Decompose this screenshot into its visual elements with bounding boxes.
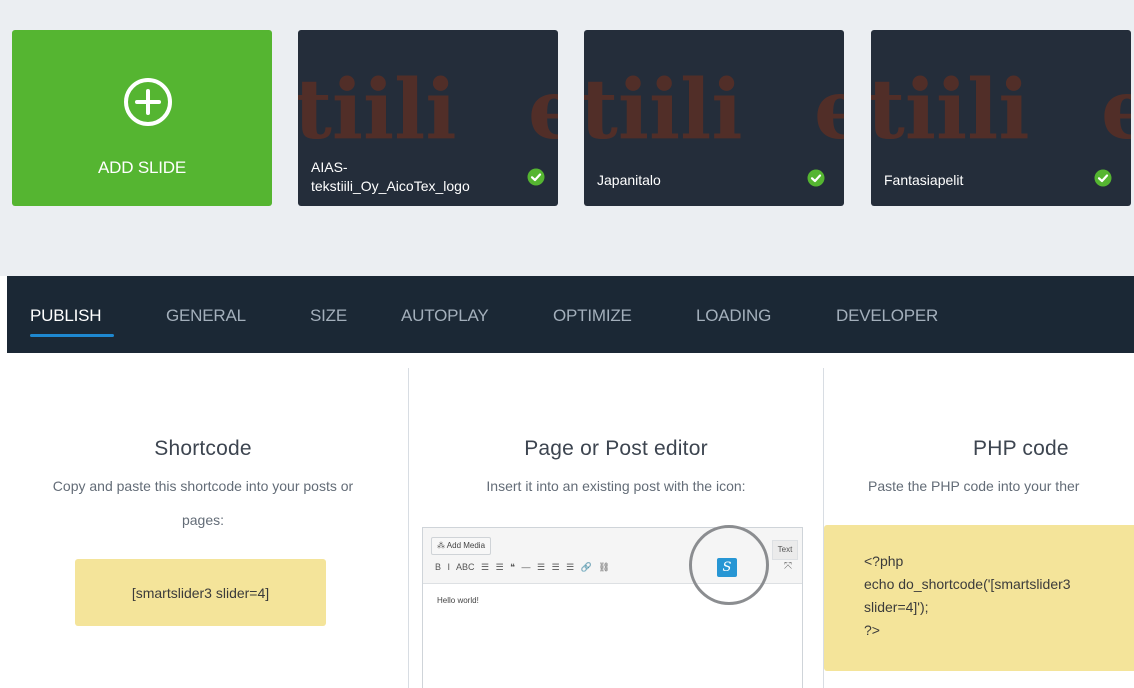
svg-text:e: e (1101, 62, 1131, 158)
thumbnail-text: tiili (298, 62, 456, 158)
add-media-label: Add Media (446, 541, 486, 550)
tab-publish[interactable]: PUBLISH (30, 306, 102, 326)
tab-optimize[interactable]: OPTIMIZE (553, 306, 632, 326)
editor-body-text: Hello world! (437, 596, 479, 605)
column-divider (408, 368, 409, 688)
slide-card[interactable]: tiili e Fantasiapelit (871, 30, 1131, 206)
php-code-box[interactable]: <?php echo do_shortcode('[smartslider3 s… (824, 525, 1134, 671)
slide-title: AIAS- tekstiili_Oy_AicoTex_logo (311, 158, 470, 196)
php-code-line: echo do_shortcode('[smartslider3 (864, 576, 1071, 592)
shortcode-description: Copy and paste this shortcode into your … (0, 469, 406, 537)
active-tab-indicator (30, 334, 114, 337)
plus-circle-icon (124, 78, 172, 126)
php-code-line: ?> (864, 622, 880, 638)
published-check-icon (1094, 169, 1112, 187)
published-check-icon (527, 168, 545, 186)
svg-text:e: e (528, 62, 558, 158)
php-title: PHP code (973, 437, 1069, 460)
shortcode-title: Shortcode (154, 437, 252, 460)
php-code-line: <?php (864, 553, 904, 569)
slide-card[interactable]: tiili e AIAS- tekstiili_Oy_AicoTex_logo (298, 30, 558, 206)
shortcode-description-line: Copy and paste this shortcode into your … (52, 478, 354, 494)
editor-toolbar: ⁂ Add Media Text B I ABC ☰ ☰ ❝ — ☰ ☰ ☰ 🔗… (423, 525, 802, 605)
slide-title-line: tekstiili_Oy_AicoTex_logo (311, 178, 470, 194)
thumbnail-text: tiili (584, 62, 742, 158)
add-media-button: ⁂ Add Media (431, 537, 492, 555)
published-check-icon (807, 169, 825, 187)
php-code-line: slider=4]'); (864, 599, 929, 615)
slide-title: Japanitalo (597, 172, 661, 188)
fullscreen-icon: ⤧ (784, 561, 792, 572)
shortcode-description-line: pages: (181, 512, 225, 528)
tab-general[interactable]: GENERAL (166, 306, 246, 326)
slide-card[interactable]: tiili e Japanitalo (584, 30, 844, 206)
thumbnail-text: tiili (871, 62, 1029, 158)
svg-text:e: e (814, 62, 844, 158)
slide-title: Fantasiapelit (884, 172, 964, 188)
settings-tab-bar: PUBLISH GENERAL SIZE AUTOPLAY OPTIMIZE L… (7, 276, 1134, 353)
php-description: Paste the PHP code into your ther (868, 478, 1080, 494)
add-slide-label: ADD SLIDE (98, 158, 186, 177)
php-code: <?php echo do_shortcode('[smartslider3 s… (864, 550, 1071, 642)
editor-description: Insert it into an existing post with the… (486, 478, 746, 494)
slides-strip: ADD SLIDE tiili e AIAS- tekstiili_Oy_Aic… (0, 0, 1134, 276)
add-slide-button[interactable]: ADD SLIDE (12, 30, 272, 206)
tab-autoplay[interactable]: AUTOPLAY (401, 306, 489, 326)
slide-title-line: AIAS- (311, 159, 348, 175)
media-icon: ⁂ (437, 541, 445, 550)
editor-title: Page or Post editor (524, 437, 708, 460)
post-editor-preview: ⁂ Add Media Text B I ABC ☰ ☰ ❝ — ☰ ☰ ☰ 🔗… (422, 525, 803, 688)
shortcode-code-box[interactable]: [smartslider3 slider=4] (75, 559, 326, 626)
text-tab: Text (772, 540, 798, 560)
tab-developer[interactable]: DEVELOPER (836, 306, 938, 326)
tab-size[interactable]: SIZE (310, 306, 347, 326)
smartslider-icon: S (717, 558, 737, 577)
tab-loading[interactable]: LOADING (696, 306, 771, 326)
formatting-icons: B I ABC ☰ ☰ ❝ — ☰ ☰ ☰ 🔗 ⛓ (435, 562, 610, 572)
